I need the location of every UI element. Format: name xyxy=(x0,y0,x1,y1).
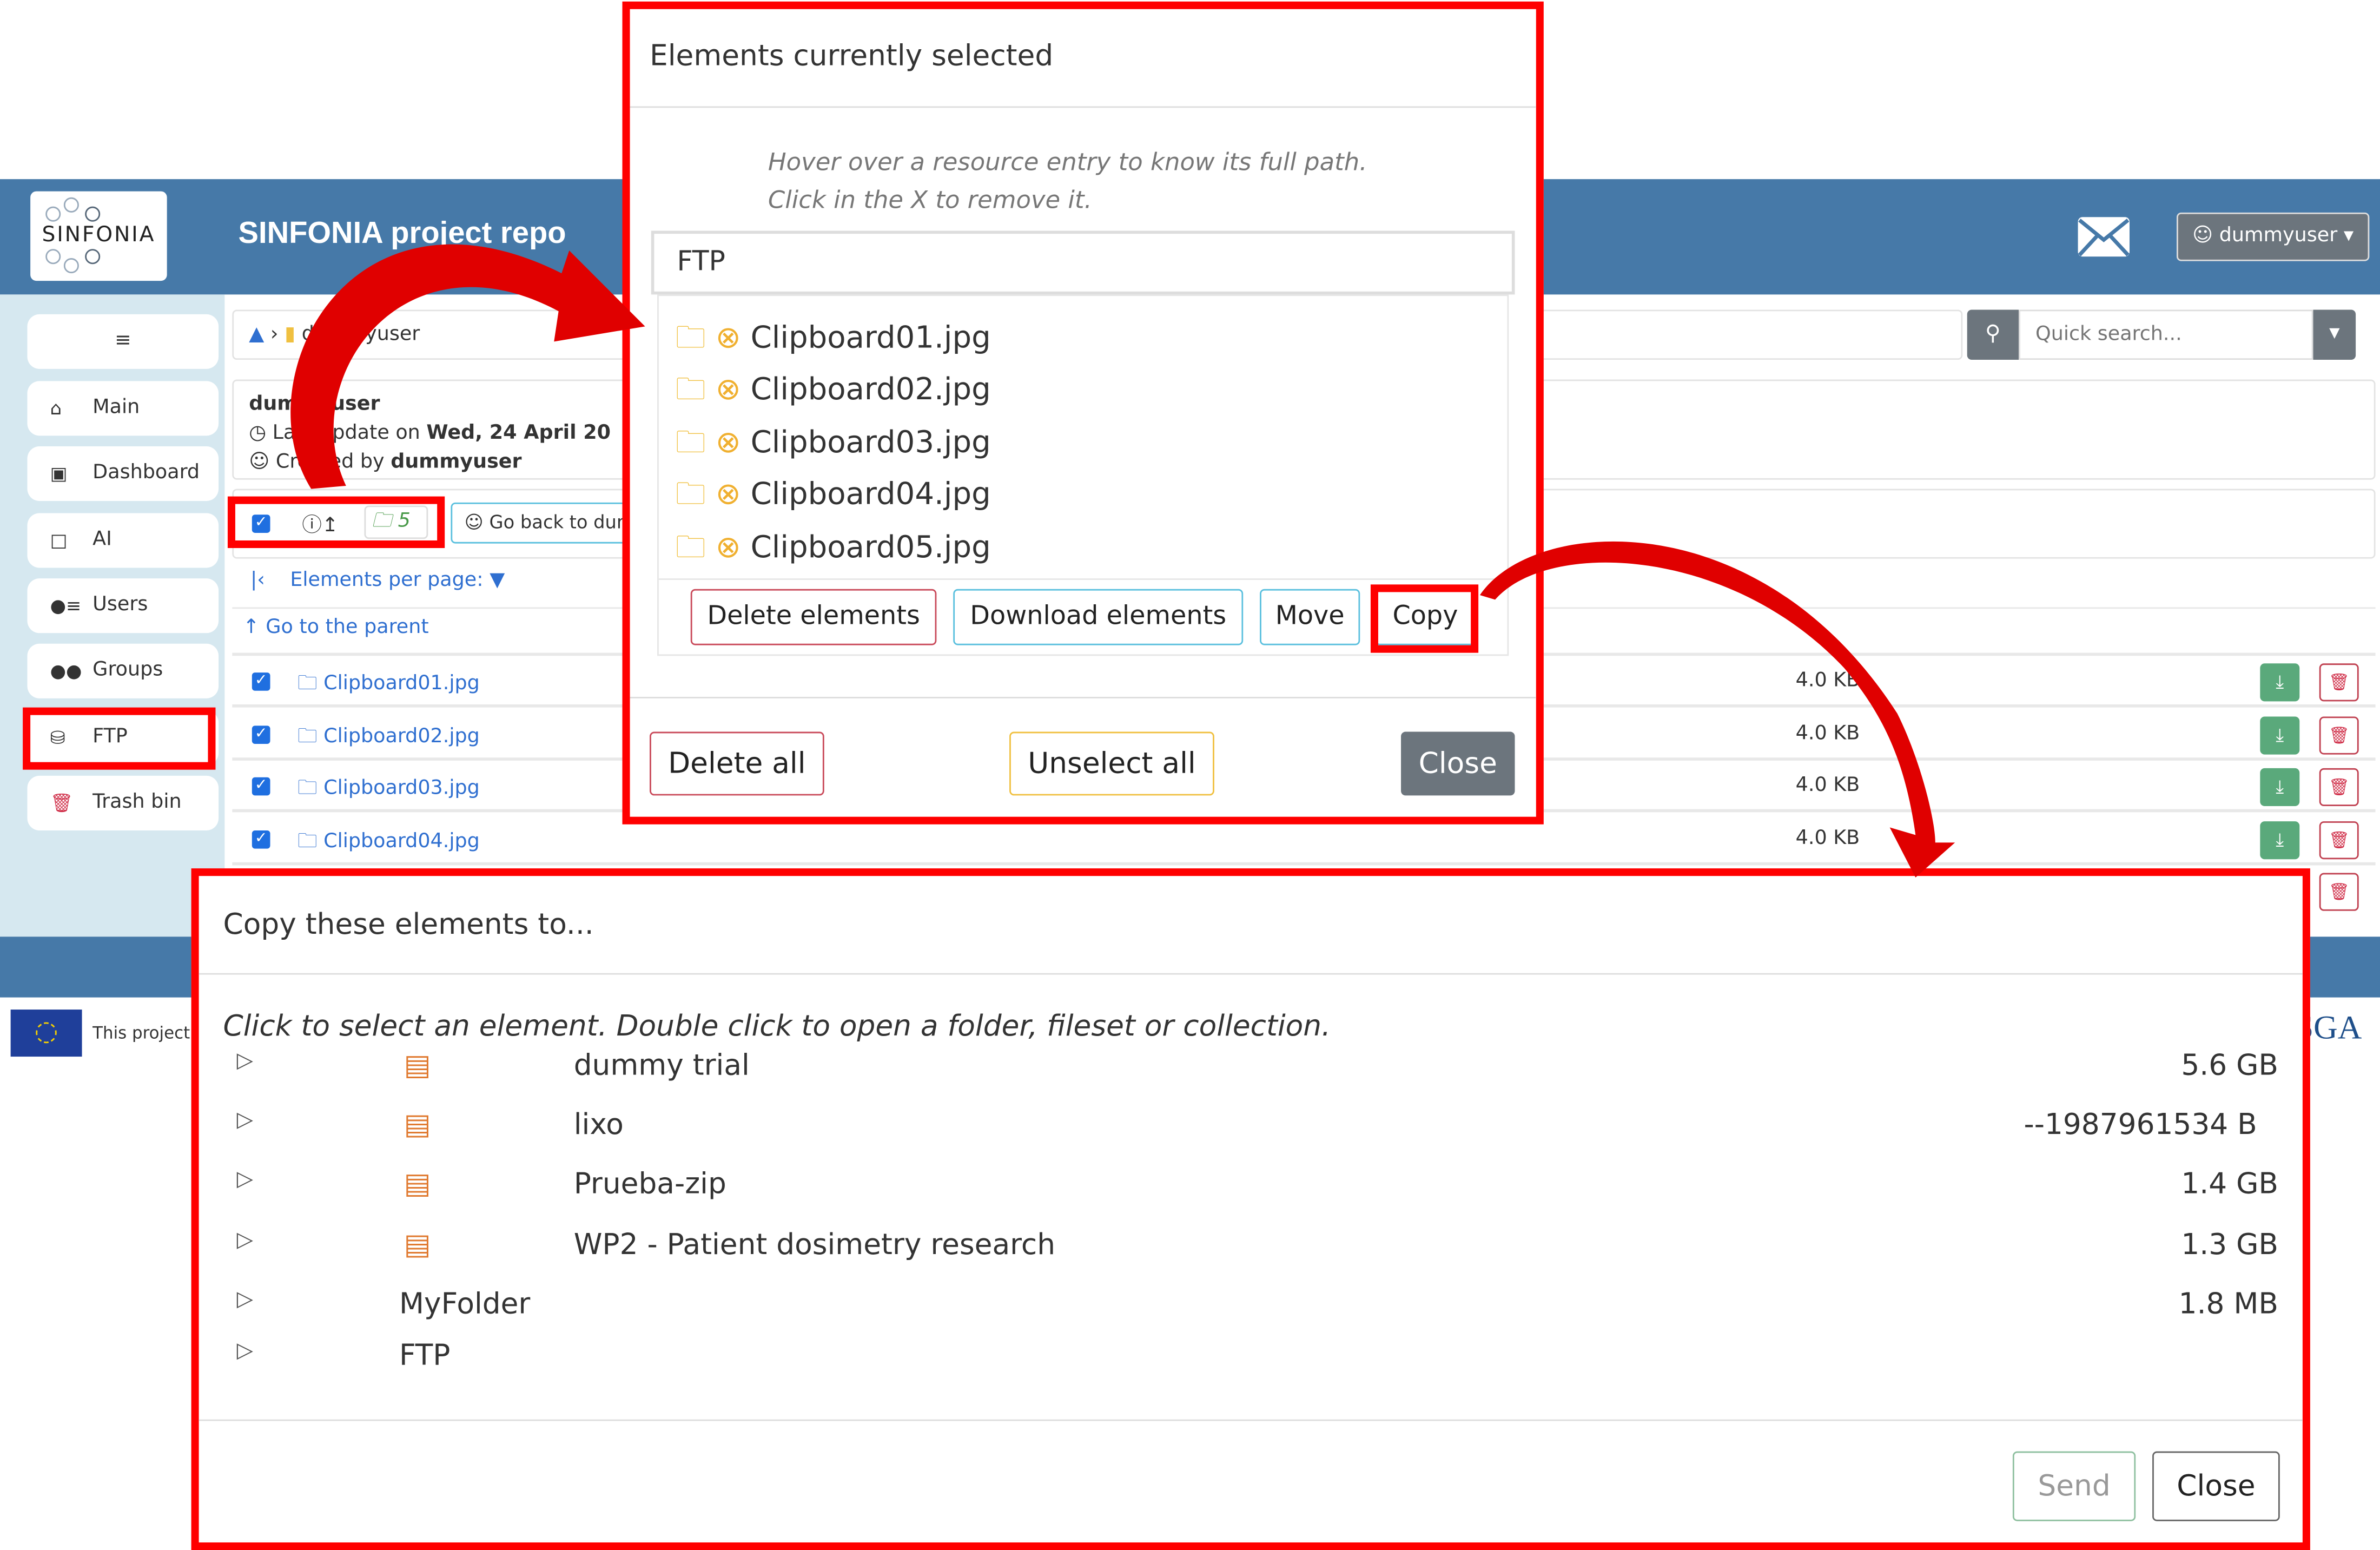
annotation-arrows xyxy=(290,244,1955,878)
arrow-to-selected-modal xyxy=(290,244,645,489)
screenshot: SINFONIA SINFONIA project repo ☺ dummyus… xyxy=(0,0,2380,1550)
arrow-to-copy-modal xyxy=(1479,541,1955,878)
